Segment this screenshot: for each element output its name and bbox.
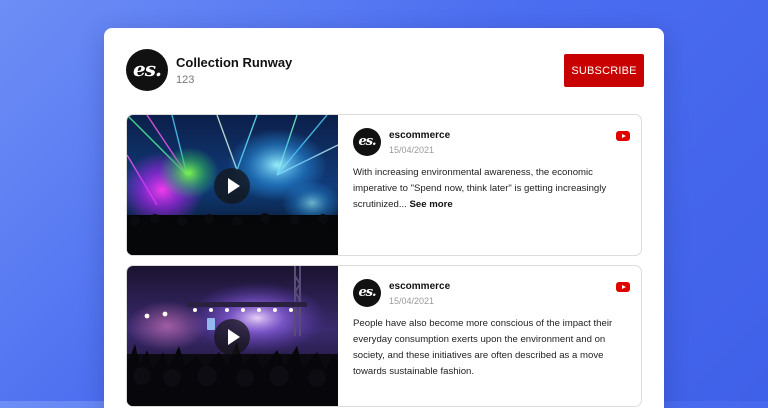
see-more-link[interactable]: See more: [410, 199, 453, 210]
post-date: 15/04/2021: [389, 145, 435, 155]
youtube-icon[interactable]: [616, 131, 630, 141]
play-button[interactable]: [214, 319, 250, 355]
play-icon: [227, 178, 240, 194]
video-post-card: es. escommerce 15/04/2021 With increasin…: [126, 114, 642, 256]
video-thumbnail[interactable]: [127, 266, 338, 406]
channel-count: 123: [176, 74, 195, 86]
channel-name[interactable]: Collection Runway: [176, 55, 292, 70]
author-name[interactable]: escommerce: [389, 281, 450, 292]
channel-avatar[interactable]: es.: [126, 49, 168, 91]
author-logo-text: es.: [358, 134, 376, 149]
post-text: People have also become more conscious o…: [353, 318, 613, 377]
post-description: With increasing environmental awareness,…: [353, 165, 633, 213]
post-text: With increasing environmental awareness,…: [353, 167, 607, 210]
subscribe-button[interactable]: SUBSCRIBE: [564, 54, 644, 87]
play-button[interactable]: [214, 168, 250, 204]
youtube-play-glyph: [621, 285, 626, 289]
youtube-feed-widget: es. Collection Runway 123 SUBSCRIBE es. …: [104, 28, 664, 408]
author-avatar[interactable]: es.: [353, 128, 381, 156]
youtube-icon[interactable]: [616, 282, 630, 292]
author-name[interactable]: escommerce: [389, 130, 450, 141]
post-date: 15/04/2021: [389, 296, 435, 306]
channel-logo-text: es.: [133, 57, 162, 81]
youtube-play-glyph: [621, 134, 626, 138]
author-logo-text: es.: [358, 285, 376, 300]
video-post-card: es. escommerce 15/04/2021 People have al…: [126, 265, 642, 407]
post-description: People have also become more conscious o…: [353, 316, 633, 380]
video-thumbnail[interactable]: [127, 115, 338, 255]
author-avatar[interactable]: es.: [353, 279, 381, 307]
play-icon: [227, 329, 240, 345]
